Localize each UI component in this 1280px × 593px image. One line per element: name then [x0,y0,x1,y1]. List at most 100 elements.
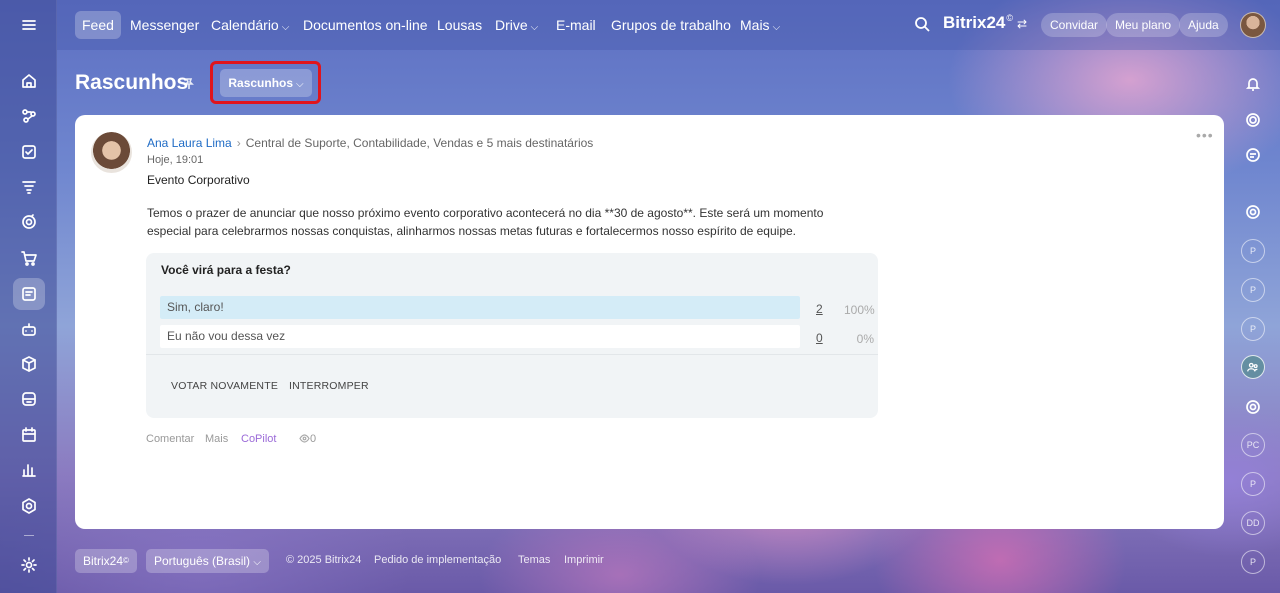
implementation-link[interactable]: Pedido de implementação [374,554,501,566]
poll-option-count[interactable]: 0 [816,331,823,345]
analytics-icon[interactable] [13,454,45,486]
bell-icon[interactable] [1241,72,1265,96]
hexagon-icon[interactable] [13,490,45,522]
nav-documents[interactable]: Documentos on-line [296,11,435,39]
poll: Você virá para a festa? Sim, claro! 2 10… [146,253,878,418]
poll-option-label: Eu não vou dessa vez [167,329,286,343]
themes-link[interactable]: Temas [518,554,550,566]
sidebar-divider [24,535,34,536]
vote-again-button[interactable]: VOTAR NOVAMENTE [171,380,278,392]
nav-email-label: E-mail [556,17,596,33]
nav-calendar[interactable]: Calendário ⌵ [204,11,296,39]
poll-option-percent: 100% [844,303,875,317]
brand-name: Bitrix24 [943,13,1006,32]
left-sidebar [0,0,57,593]
poll-option[interactable]: Sim, claro! [160,296,800,319]
rail-avatar[interactable]: P [1241,239,1265,263]
chevron-down-icon: ⌵ [530,22,539,33]
tasks-icon[interactable] [13,136,45,168]
drafts-filter-button[interactable]: Rascunhos ⌵ [220,69,312,97]
my-plan-label: Meu plano [1115,18,1172,32]
drafts-filter-label: Rascunhos [228,76,294,90]
settings-icon[interactable] [13,549,45,581]
nav-feed[interactable]: Feed [75,11,121,39]
help-button[interactable]: Ajuda [1179,13,1228,37]
nav-boards[interactable]: Lousas [430,11,489,39]
language-selector[interactable]: Português (Brasil) ⌵ [146,549,269,573]
nav-messenger-label: Messenger [130,17,200,33]
post-author-line: Ana Laura Lima › Central de Suporte, Conta… [147,136,593,150]
rail-avatar[interactable]: P [1241,550,1265,574]
more-options-icon[interactable]: ••• [1196,127,1214,143]
box-icon[interactable] [13,348,45,380]
swap-icon: ⇄ [1017,17,1028,31]
post-time[interactable]: Hoje, 19:01 [147,154,203,166]
invite-label: Convidar [1050,18,1099,32]
comment-link[interactable]: Comentar [146,433,194,445]
rail-avatar[interactable]: P [1241,278,1265,302]
nav-workgroups[interactable]: Grupos de trabalho [604,11,738,39]
calendar-icon[interactable] [13,419,45,451]
post-body: Temos o prazer de anunciar que nosso pró… [147,206,824,238]
bottom-brand: Bitrix24 [83,554,124,568]
poll-divider [146,354,878,355]
nav-calendar-label: Calendário [211,17,279,33]
invite-button[interactable]: Convidar [1041,13,1108,37]
user-avatar[interactable] [1240,12,1266,38]
author-name-link[interactable]: Ana Laura Lima [147,136,232,150]
print-link[interactable]: Imprimir [564,554,604,566]
search-icon[interactable] [914,16,932,34]
chat-icon[interactable] [1241,143,1265,167]
rail-avatar[interactable]: P [1241,472,1265,496]
rail-avatar[interactable]: PC [1241,433,1265,457]
chevron-down-icon: ⌵ [281,22,290,33]
views-counter[interactable]: 0 [299,433,316,445]
menu-icon[interactable] [13,9,45,41]
copilot-icon[interactable] [1241,108,1265,132]
more-link[interactable]: Mais [205,433,228,445]
my-plan-button[interactable]: Meu plano [1106,13,1181,37]
funnel-icon[interactable] [13,171,45,203]
rail-avatar[interactable]: P [1241,317,1265,341]
language-label: Português (Brasil) [154,554,251,568]
views-count: 0 [310,433,317,445]
nav-more[interactable]: Mais ⌵ [733,11,787,39]
post-card: Ana Laura Lima › Central de Suporte, Conta… [75,115,1224,529]
brand-logo[interactable]: Bitrix24© ⇄ [943,13,1027,33]
copilot-chat-icon[interactable] [1241,395,1265,419]
poll-option[interactable]: Eu não vou dessa vez [160,325,800,348]
poll-option-count[interactable]: 2 [816,302,823,316]
poll-question: Você virá para a festa? [161,263,291,277]
chevron-down-icon: ⌵ [296,79,304,90]
poll-option-percent: 0% [856,332,874,346]
nav-workgroups-label: Grupos de trabalho [611,17,731,33]
copilot-link[interactable]: CoPilot [241,433,276,445]
copilot-chat-icon[interactable] [1241,200,1265,224]
nav-drive[interactable]: Drive ⌵ [488,11,545,39]
rail-avatar[interactable]: DD [1241,511,1265,535]
archive-icon[interactable] [13,383,45,415]
feed-icon[interactable] [13,278,45,310]
top-navigation: Feed Messenger Calendário ⌵ Documentos on… [57,0,1280,50]
robot-icon[interactable] [13,313,45,345]
pin-icon[interactable] [183,78,195,93]
automation-icon[interactable] [13,100,45,132]
recipients[interactable]: Central de Suporte, Contabilidade, Venda… [246,136,594,150]
nav-boards-label: Lousas [437,17,483,33]
stop-poll-button[interactable]: INTERROMPER [289,380,369,392]
poll-option-label: Sim, claro! [167,300,224,314]
page-title: Rascunhos [75,71,189,94]
home-icon[interactable] [13,65,45,97]
group-chat-icon[interactable] [1241,355,1265,379]
nav-messenger[interactable]: Messenger [123,11,206,39]
help-label: Ajuda [1188,18,1219,32]
nav-more-label: Mais [740,17,770,33]
eye-icon [299,433,310,445]
author-avatar[interactable] [91,132,132,173]
nav-email[interactable]: E-mail [549,11,603,39]
cart-icon[interactable] [13,242,45,274]
target-icon[interactable] [13,206,45,238]
chevron-right-icon: › [236,136,241,150]
bitrix-logo-button[interactable]: Bitrix24© [75,549,137,573]
nav-feed-label: Feed [82,17,114,33]
